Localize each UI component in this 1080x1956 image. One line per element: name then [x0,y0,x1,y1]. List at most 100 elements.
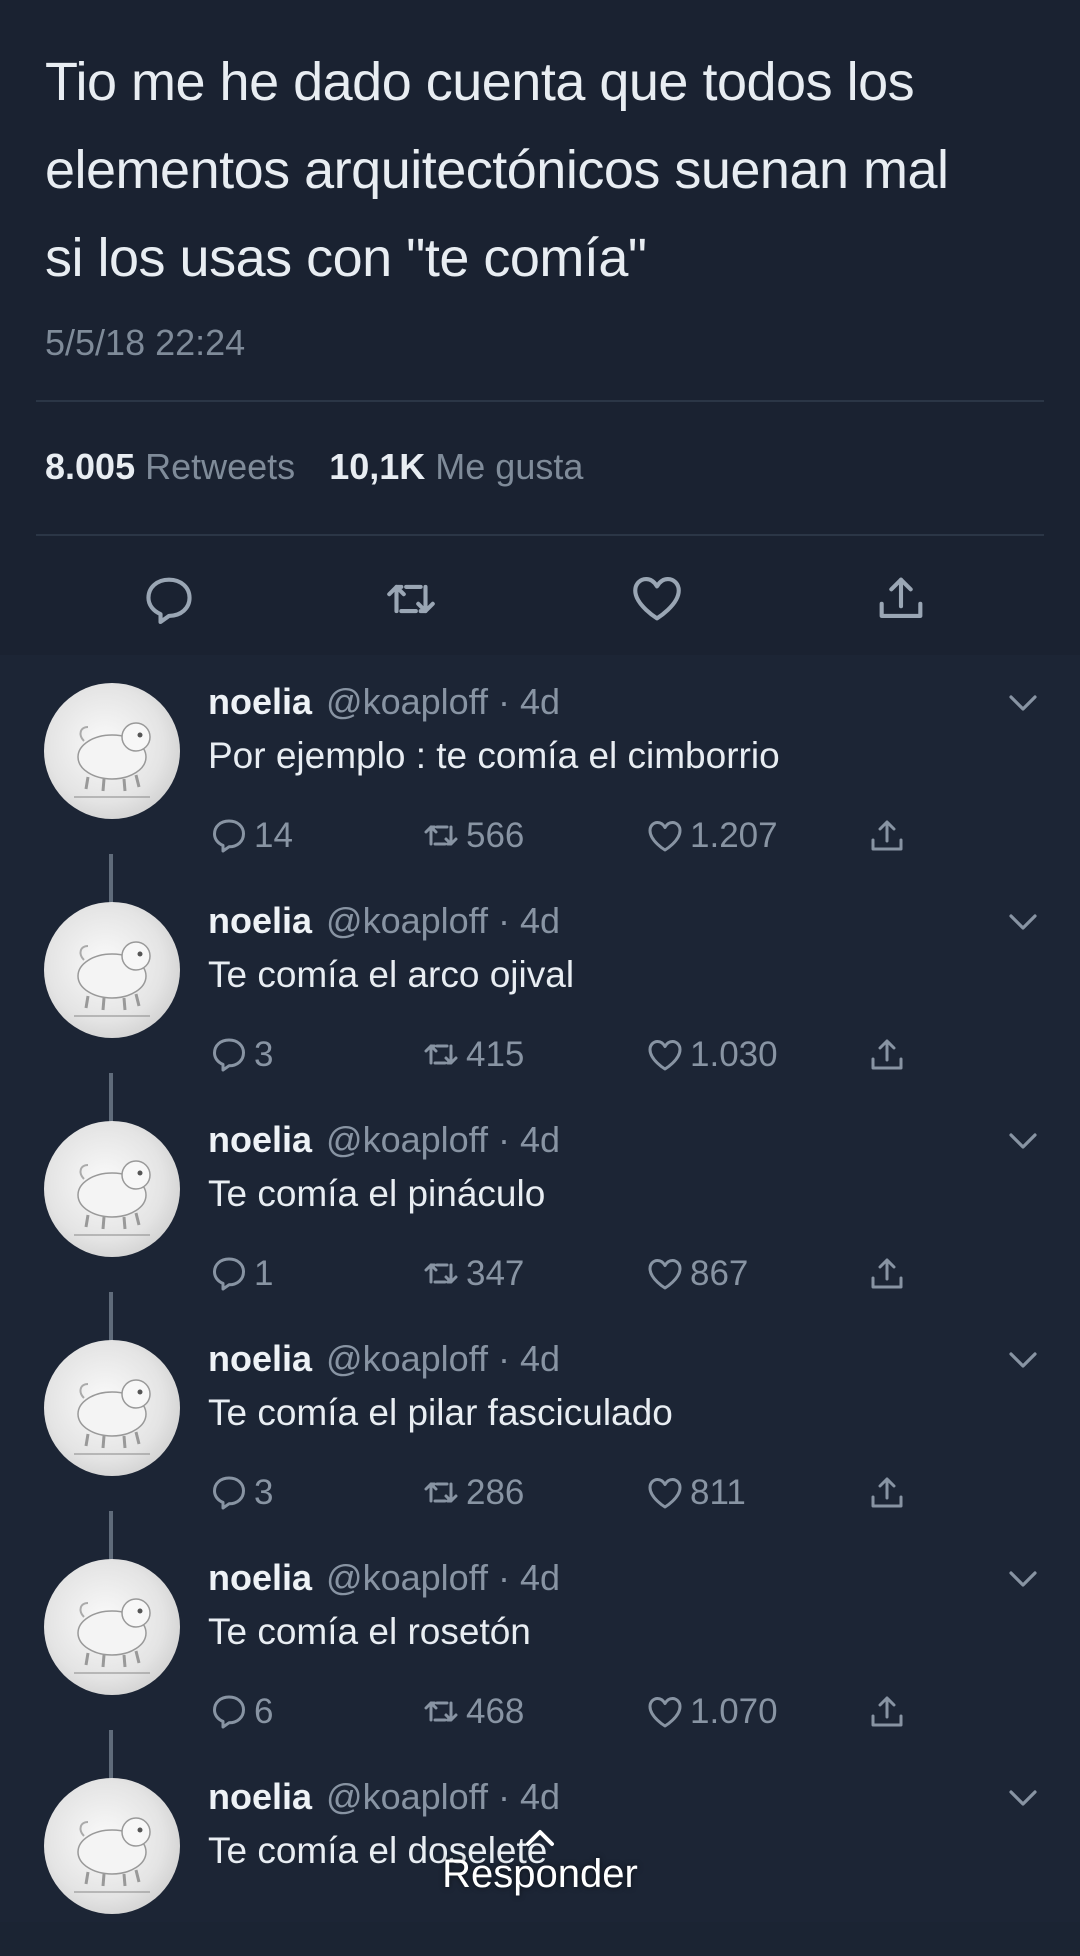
like-action[interactable]: 867 [644,1251,748,1297]
reply-header: noelia @koaploff · 4d [208,1557,560,1599]
reply-tweet[interactable]: noelia @koaploff · 4d Te comía el pináculo… [0,1081,1080,1299]
tweet-text: Tio me he dado cuenta que todos los elem… [45,38,1025,302]
retweet-icon[interactable] [382,570,440,628]
chevron-down-icon[interactable] [1003,1784,1043,1810]
reply-header: noelia @koaploff · 4d [208,1119,560,1161]
reply-tweet[interactable]: noelia @koaploff · 4d Te comía el arco oji… [0,862,1080,1080]
reply-count: 6 [254,1692,274,1731]
share-action[interactable] [866,1032,912,1078]
reply-header: noelia @koaploff · 4d [208,1776,560,1818]
retweet-icon [424,825,458,846]
reply-action[interactable]: 14 [208,813,293,859]
reply-author-handle[interactable]: @koaploff · 4d [326,681,560,722]
reply-button[interactable]: Responder [420,1826,660,1916]
tweet-text-line: si los usas con "te comía" [45,228,647,288]
chevron-down-icon[interactable] [1003,908,1043,934]
chevron-up-icon [522,1826,558,1848]
retweets-count[interactable]: 8.005 [45,446,135,487]
reply-action[interactable]: 3 [208,1032,273,1078]
divider [36,534,1044,536]
share-action[interactable] [866,1251,912,1297]
like-action[interactable]: 1.070 [644,1689,778,1735]
reply-author-name[interactable]: noelia [208,681,312,722]
share-action[interactable] [866,813,912,859]
reply-author-name[interactable]: noelia [208,1557,312,1598]
retweet-action[interactable]: 347 [420,1251,524,1297]
retweet-action[interactable]: 566 [420,813,524,859]
reply-count: 3 [254,1473,274,1512]
chevron-down-icon[interactable] [1003,1565,1043,1591]
like-icon[interactable] [628,570,686,628]
reply-author-handle[interactable]: @koaploff · 4d [326,1338,560,1379]
reply-text: Te comía el pináculo [208,1173,546,1214]
share-icon [871,1039,903,1070]
avatar[interactable] [44,1778,180,1914]
like-icon [648,1697,682,1728]
like-icon [648,821,682,852]
tweet-timestamp: 5/5/18 22:24 [45,322,246,363]
reply-button-label: Responder [442,1852,638,1896]
share-action[interactable] [866,1470,912,1516]
share-icon [871,1477,903,1508]
retweet-action[interactable]: 468 [420,1689,524,1735]
retweet-count: 415 [466,1035,525,1074]
reply-author-handle[interactable]: @koaploff · 4d [326,1776,560,1817]
reply-header: noelia @koaploff · 4d [208,681,560,723]
reply-author-name[interactable]: noelia [208,900,312,941]
reply-count: 1 [254,1254,274,1293]
avatar[interactable] [44,1340,180,1476]
likes-count[interactable]: 10,1K [329,446,425,487]
share-icon [871,1696,903,1727]
reply-tweet[interactable]: noelia @koaploff · 4d Por ejemplo : te com… [0,643,1080,861]
reply-tweet[interactable]: noelia @koaploff · 4d Te comía el pilar fa… [0,1300,1080,1518]
reply-author-handle[interactable]: @koaploff · 4d [326,900,560,941]
reply-text: Te comía el rosetón [208,1611,531,1652]
like-action[interactable]: 1.030 [644,1032,778,1078]
retweet-action[interactable]: 415 [420,1032,524,1078]
tweet-text-line: Tio me he dado cuenta que todos los [45,52,915,112]
reply-action[interactable]: 1 [208,1251,273,1297]
like-action[interactable]: 811 [644,1470,746,1516]
retweet-icon [424,1482,458,1503]
reply-action[interactable]: 3 [208,1470,273,1516]
chevron-down-icon[interactable] [1003,689,1043,715]
reply-author-name[interactable]: noelia [208,1338,312,1379]
avatar[interactable] [44,902,180,1038]
tweet-stats: 8.005 Retweets 10,1K Me gusta [45,446,607,488]
share-icon[interactable] [872,570,930,628]
reply-icon[interactable] [140,570,198,628]
chevron-down-icon[interactable] [1003,1127,1043,1153]
retweet-icon [424,1701,458,1722]
like-icon [648,1040,682,1071]
reply-header: noelia @koaploff · 4d [208,900,560,942]
avatar[interactable] [44,1559,180,1695]
likes-label[interactable]: Me gusta [435,446,583,487]
retweet-count: 566 [466,816,525,855]
reply-tweet[interactable]: noelia @koaploff · 4d Te comía el rosetón 6… [0,1519,1080,1737]
like-icon [648,1478,682,1509]
avatar[interactable] [44,683,180,819]
retweet-count: 347 [466,1254,525,1293]
tweet-text-line: elementos arquitectónicos suenan mal [45,140,949,200]
like-count: 1.030 [690,1035,778,1074]
reply-author-handle[interactable]: @koaploff · 4d [326,1557,560,1598]
reply-author-name[interactable]: noelia [208,1119,312,1160]
like-icon [648,1259,682,1290]
like-action[interactable]: 1.207 [644,813,778,859]
share-icon [871,1258,903,1289]
share-action[interactable] [866,1689,912,1735]
reply-action[interactable]: 6 [208,1689,273,1735]
like-count: 1.207 [690,816,778,855]
retweet-icon [424,1044,458,1065]
reply-author-name[interactable]: noelia [208,1776,312,1817]
retweet-count: 286 [466,1473,525,1512]
retweet-action[interactable]: 286 [420,1470,524,1516]
like-count: 1.070 [690,1692,778,1731]
avatar[interactable] [44,1121,180,1257]
divider [36,400,1044,402]
retweet-icon [424,1263,458,1284]
reply-icon [213,1038,245,1072]
retweets-label[interactable]: Retweets [145,446,295,487]
chevron-down-icon[interactable] [1003,1346,1043,1372]
reply-author-handle[interactable]: @koaploff · 4d [326,1119,560,1160]
